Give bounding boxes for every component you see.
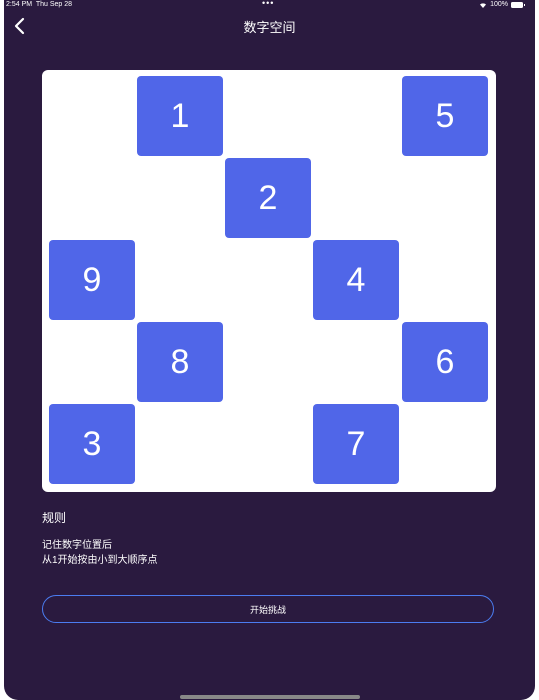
number-tile-3[interactable]: 3 — [49, 404, 135, 484]
rules-line-1: 记住数字位置后 — [42, 540, 112, 551]
page-title: 数字空间 — [243, 20, 296, 35]
number-tile-2[interactable]: 2 — [225, 158, 311, 238]
device-frame: 2:54 PM Thu Sep 28 ••• 100% 数字空间 1 5 2 9… — [0, 0, 539, 700]
number-board: 1 5 2 9 4 8 6 3 7 — [42, 70, 496, 492]
number-tile-4[interactable]: 4 — [313, 240, 399, 320]
status-indicators: 100% — [479, 0, 525, 10]
app-screen: 2:54 PM Thu Sep 28 ••• 100% 数字空间 1 5 2 9… — [4, 0, 535, 700]
number-tile-6[interactable]: 6 — [402, 322, 488, 402]
multitask-dots: ••• — [262, 0, 275, 8]
rules-line-2: 从1开始按由小到大顺序点 — [42, 555, 158, 566]
number-tile-9[interactable]: 9 — [49, 240, 135, 320]
number-tile-5[interactable]: 5 — [402, 76, 488, 156]
battery-icon — [511, 2, 525, 8]
battery-percent: 100% — [490, 1, 508, 8]
status-time: 2:54 PM Thu Sep 28 — [6, 1, 73, 8]
number-tile-7[interactable]: 7 — [313, 404, 399, 484]
number-tile-8[interactable]: 8 — [137, 322, 223, 402]
rules-title: 规则 — [42, 511, 67, 525]
home-indicator[interactable] — [180, 695, 360, 699]
navigation-bar: 数字空间 — [4, 12, 535, 42]
status-bar: 2:54 PM Thu Sep 28 ••• 100% — [4, 0, 535, 10]
number-tile-1[interactable]: 1 — [137, 76, 223, 156]
wifi-icon — [480, 3, 487, 8]
start-challenge-button[interactable]: 开始挑战 — [42, 595, 494, 623]
